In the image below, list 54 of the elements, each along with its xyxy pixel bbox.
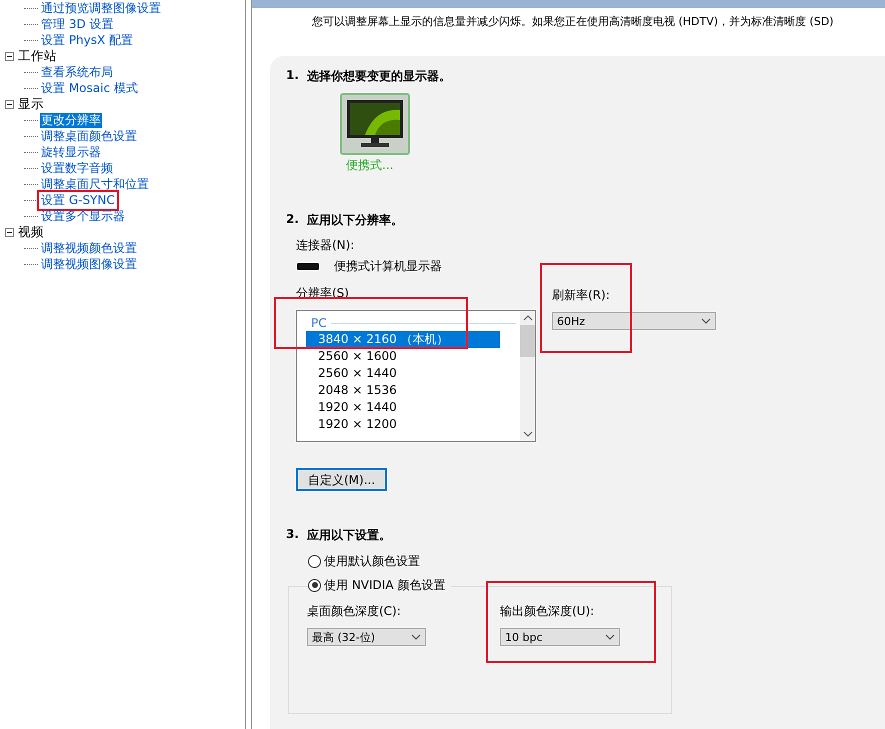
tree-item[interactable]: 旋转显示器 [40, 144, 102, 160]
tree-item[interactable]: 设置 G-SYNC [40, 192, 116, 208]
chevron-down-icon [701, 318, 711, 324]
tree-item[interactable]: 管理 3D 设置 [40, 16, 115, 32]
tree-item[interactable]: 调整桌面尺寸和位置 [40, 176, 150, 192]
custom-button[interactable]: 自定义(M)... [296, 468, 388, 491]
resolution-item[interactable]: 3840 × 2160 （本机） [306, 331, 500, 348]
output-depth-label: 输出颜色深度(U): [500, 603, 596, 620]
radio-button[interactable] [308, 554, 321, 568]
refresh-dropdown[interactable]: 60Hz [552, 312, 716, 330]
refresh-label: 刷新率(R): [552, 287, 611, 304]
monitor-icon [345, 98, 405, 150]
step-title: 应用以下设置。 [306, 527, 391, 544]
chevron-down-icon [605, 634, 615, 640]
description: 您可以调整屏幕上显示的信息量并减少闪烁。如果您正在使用高清晰度电视 (HDTV)，并为标准清晰度 (SD) [311, 14, 835, 30]
desktop-depth-label: 桌面颜色深度(C): [307, 603, 402, 620]
resolution-item[interactable]: 2560 × 1440 [306, 365, 500, 382]
tree-group[interactable]: 工作站 [18, 48, 57, 64]
tree-item[interactable]: 设置 PhysX 配置 [40, 32, 134, 48]
resolution-item[interactable]: 2048 × 1536 [306, 382, 500, 399]
tree-item[interactable]: 设置多个显示器 [40, 208, 126, 224]
radio-button[interactable] [308, 578, 321, 592]
resolution-item[interactable]: 1920 × 1440 [306, 399, 500, 416]
step-title: 应用以下分辨率。 [306, 212, 403, 229]
step-number: 3. [286, 527, 299, 543]
tree-item[interactable]: 通过预览调整图像设置 [40, 0, 162, 16]
tree-group[interactable]: 视频 [18, 224, 44, 240]
desktop-depth-dropdown[interactable]: 最高 (32-位) [307, 628, 426, 646]
step-title: 选择你想要变更的显示器。 [306, 68, 451, 85]
group-header: PC [311, 316, 327, 330]
display-label: 便携式... [346, 157, 394, 174]
display-tile[interactable] [340, 93, 410, 155]
collapse-icon[interactable] [5, 52, 14, 60]
resolution-item[interactable]: 1920 × 1200 [306, 416, 500, 433]
resolution-item[interactable]: 2560 × 1600 [306, 348, 500, 365]
connector-label: 连接器(N): [296, 237, 356, 254]
tree-item[interactable]: 设置数字音频 [40, 160, 114, 176]
connector-icon [296, 262, 320, 271]
scroll-thumb[interactable] [520, 325, 535, 357]
tree-item[interactable]: 更改分辨率 [40, 112, 102, 128]
collapse-icon[interactable] [5, 228, 14, 236]
collapse-icon[interactable] [5, 100, 14, 108]
chevron-down-icon [411, 634, 421, 640]
tree-item[interactable]: 设置 Mosaic 模式 [40, 80, 139, 96]
step-number: 2. [286, 212, 299, 228]
tree-item[interactable]: 查看系统布局 [40, 64, 114, 80]
connector-name: 便携式计算机显示器 [334, 258, 442, 275]
tree-group[interactable]: 显示 [18, 96, 44, 112]
resolution-list[interactable]: PC 3840 × 2160 （本机） 2560 × 1600 2560 × 1440 2048 × 1536 1920 × 1440 1920 × 1200 [296, 310, 536, 442]
tree-item[interactable]: 调整视频图像设置 [40, 256, 138, 272]
step-number: 1. [286, 68, 299, 84]
tree-item[interactable]: 调整桌面颜色设置 [40, 128, 138, 144]
output-depth-dropdown[interactable]: 10 bpc [500, 628, 620, 646]
tree-item[interactable]: 调整视频颜色设置 [40, 240, 138, 256]
